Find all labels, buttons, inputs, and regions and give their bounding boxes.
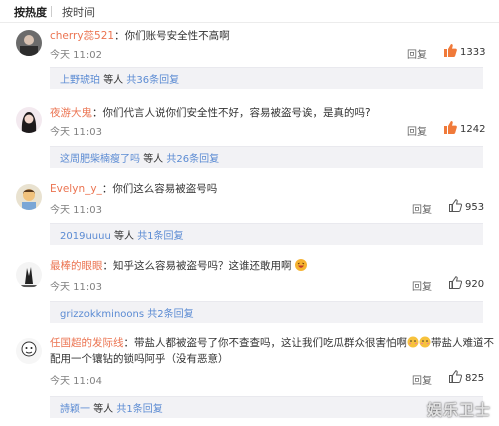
comment-item: 最棒的眼眼：知乎这么容易被盗号吗？这谁还敢用啊 今天 11:03 回复 920 … — [0, 255, 499, 325]
comment-username[interactable]: cherry蕊521 — [50, 30, 114, 42]
shy-emoji-icon — [407, 336, 419, 348]
sub-reply-summary: 詩颖一 等人 共1条回复 — [60, 400, 163, 415]
sub-reply-bar[interactable]: 上野琥珀 等人 共36条回复 — [50, 67, 483, 89]
sub-reply-count[interactable]: 共1条回复 — [116, 404, 162, 415]
thumbs-up-icon — [444, 121, 457, 134]
like-button[interactable]: 953 — [448, 199, 484, 213]
sub-reply-summary: 上野琥珀 等人 共36条回复 — [60, 71, 179, 86]
avatar[interactable] — [16, 338, 42, 364]
sort-tabs: 按热度 按时间 — [0, 0, 499, 23]
sub-reply-summary: 这周肥柴楠瘦了吗 等人 共26条回复 — [60, 150, 219, 165]
comment-text: 你们账号安全性不高啊 — [124, 30, 230, 42]
avatar[interactable] — [16, 262, 42, 288]
like-count: 920 — [465, 279, 485, 290]
like-button[interactable]: 920 — [448, 276, 484, 290]
comment-body: 夜游大鬼：你们代言人说你们安全性不好，容易被盗号诶，是真的吗? — [50, 107, 371, 119]
avatar[interactable] — [16, 30, 42, 56]
laughing-emoji-icon — [294, 259, 307, 271]
comment-time: 今天 11:03 — [50, 127, 102, 138]
reply-button[interactable]: 回复 — [412, 278, 432, 293]
sub-reply-bar[interactable]: 詩颖一 等人 共1条回复 — [50, 396, 483, 418]
comment-time: 今天 11:02 — [50, 50, 102, 61]
comment-text: 知乎这么容易被盗号吗？这谁还敢用啊 — [113, 260, 292, 272]
sub-reply-user[interactable]: 詩颖一 — [60, 404, 90, 415]
sub-reply-bar[interactable]: 这周肥柴楠瘦了吗 等人 共26条回复 — [50, 146, 483, 168]
comment-body: cherry蕊521：你们账号安全性不高啊 — [50, 30, 230, 42]
reply-button[interactable]: 回复 — [407, 123, 427, 138]
thumbs-up-icon — [449, 276, 463, 289]
like-count: 953 — [465, 202, 485, 213]
comment-time: 今天 11:04 — [50, 376, 102, 387]
comment-body: Evelyn_y_：你们这么容易被盗号吗 — [50, 183, 218, 195]
thumbs-up-icon — [449, 370, 463, 383]
like-count: 1242 — [460, 124, 486, 135]
watermark: 娱乐卫士 — [426, 401, 491, 419]
comment-text-cont: 带盐人难道不 — [431, 337, 494, 349]
tab-time[interactable]: 按时间 — [62, 4, 95, 20]
sub-reply-middle: 等人 — [143, 154, 164, 165]
comment-username[interactable]: 任国超的发际线 — [50, 337, 124, 349]
comment-body: 任国超的发际线：带盐人都被盗号了你不查查吗，这让我们吃瓜群众很害怕啊 带盐人难道不 — [50, 336, 494, 349]
sub-reply-user[interactable]: 这周肥柴楠瘦了吗 — [60, 154, 140, 165]
sub-reply-count[interactable]: 共2条回复 — [147, 309, 193, 320]
like-count: 825 — [465, 373, 485, 384]
avatar[interactable] — [16, 107, 42, 133]
like-button[interactable]: 1242 — [443, 121, 485, 135]
comment-username[interactable]: Evelyn_y_ — [50, 183, 102, 195]
like-count: 1333 — [460, 47, 486, 58]
comment-text: 你们这么容易被盗号吗 — [112, 183, 218, 195]
tab-divider — [51, 6, 52, 17]
comment-text: 带盐人都被盗号了你不查查吗，这让我们吃瓜群众很害怕啊 — [134, 337, 407, 349]
thumbs-up-icon — [444, 44, 457, 57]
sub-reply-count[interactable]: 共26条回复 — [166, 154, 219, 165]
like-button[interactable]: 1333 — [443, 44, 485, 58]
comment-text: 你们代言人说你们安全性不好，容易被盗号诶，是真的吗? — [102, 107, 371, 119]
sub-reply-middle: 等人 — [103, 75, 124, 86]
comment-text-line2: 配用一个镶钻的锁吗阿乎（没有恶意） — [50, 353, 229, 365]
like-button[interactable]: 825 — [448, 370, 484, 384]
sub-reply-middle: 等人 — [114, 231, 134, 242]
comment-time: 今天 11:03 — [50, 205, 102, 216]
reply-button[interactable]: 回复 — [412, 201, 432, 216]
sub-reply-middle: 等人 — [93, 404, 114, 415]
comment-time: 今天 11:03 — [50, 282, 102, 293]
sub-reply-bar[interactable]: 2019uuuu 等人 共1条回复 — [50, 223, 483, 245]
reply-button[interactable]: 回复 — [412, 372, 432, 387]
sub-reply-count[interactable]: 共36条回复 — [126, 75, 179, 86]
comment-item: Evelyn_y_：你们这么容易被盗号吗 今天 11:03 回复 953 201… — [0, 178, 499, 250]
comment-item: 任国超的发际线：带盐人都被盗号了你不查查吗，这让我们吃瓜群众很害怕啊 带盐人难道不… — [0, 330, 499, 426]
comment-item: cherry蕊521：你们账号安全性不高啊 今天 11:02 回复 1333 上… — [0, 22, 499, 96]
shy-emoji-icon — [419, 336, 431, 348]
sub-reply-summary: grizzokkminoons 共2条回复 — [60, 305, 194, 320]
sub-reply-bar[interactable]: grizzokkminoons 共2条回复 — [50, 301, 483, 323]
avatar[interactable] — [16, 184, 42, 210]
comment-body: 最棒的眼眼：知乎这么容易被盗号吗？这谁还敢用啊 — [50, 259, 480, 274]
thumbs-up-icon — [449, 199, 463, 212]
reply-button[interactable]: 回复 — [407, 46, 427, 61]
comment-username[interactable]: 最棒的眼眼 — [50, 260, 103, 272]
sub-reply-user[interactable]: 2019uuuu — [60, 231, 111, 242]
tab-hot[interactable]: 按热度 — [14, 4, 47, 20]
sub-reply-count[interactable]: 共1条回复 — [137, 231, 183, 242]
sub-reply-user[interactable]: grizzokkminoons — [60, 309, 144, 320]
comment-username[interactable]: 夜游大鬼 — [50, 107, 92, 119]
sub-reply-user[interactable]: 上野琥珀 — [60, 75, 100, 86]
sub-reply-summary: 2019uuuu 等人 共1条回复 — [60, 227, 184, 242]
comment-item: 夜游大鬼：你们代言人说你们安全性不好，容易被盗号诶，是真的吗? 今天 11:03… — [0, 100, 499, 174]
